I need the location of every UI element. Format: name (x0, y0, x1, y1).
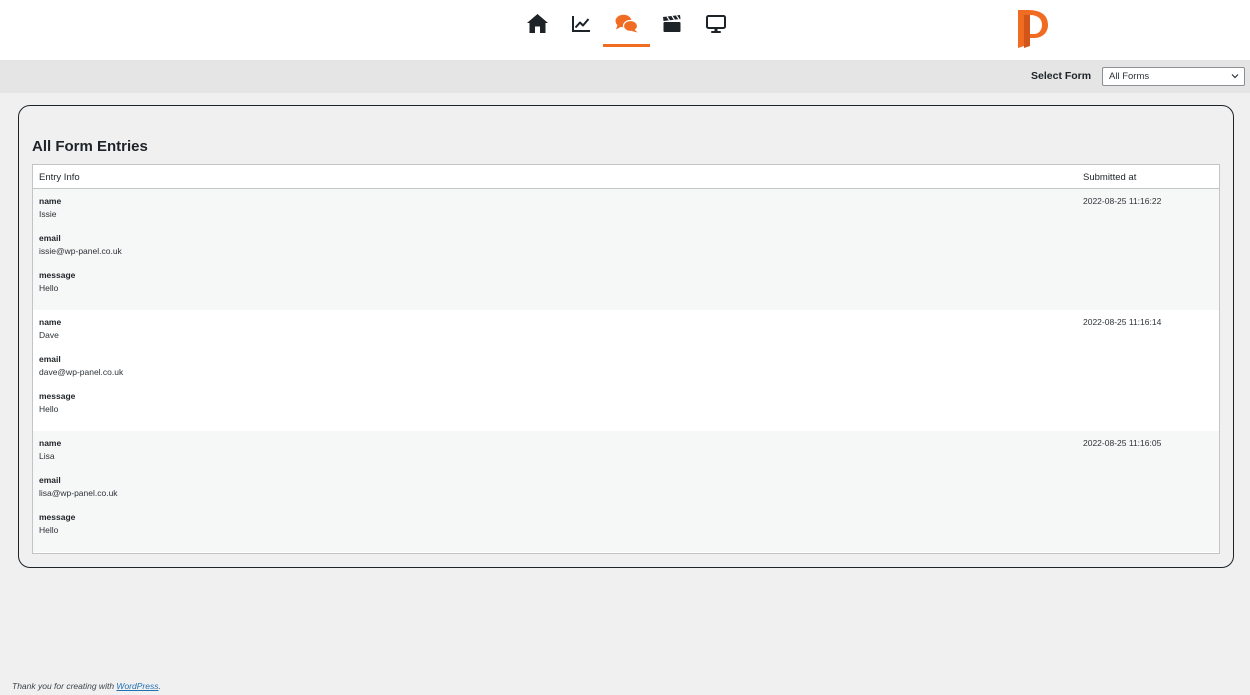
entry-field-message: message Hello (39, 391, 75, 414)
field-value: lisa@wp-panel.co.uk (39, 488, 118, 498)
field-key: name (39, 196, 62, 206)
nav-home[interactable] (515, 0, 559, 47)
nav-analytics[interactable] (559, 0, 603, 47)
table-row: name Dave email dave@wp-panel.co.uk mess… (33, 310, 1219, 431)
entry-field-name: name Dave (39, 317, 61, 340)
field-key: message (39, 512, 76, 522)
wordpress-link[interactable]: WordPress (116, 681, 158, 691)
field-value: issie@wp-panel.co.uk (39, 246, 122, 256)
field-key: email (39, 233, 61, 243)
admin-footer: Thank you for creating with WordPress. (12, 681, 161, 691)
form-select-bar: Select Form (0, 60, 1250, 93)
nav-media[interactable] (650, 0, 694, 47)
entries-card: All Form Entries Entry Info Submitted at… (18, 105, 1234, 568)
form-select-value: All Forms (1109, 71, 1150, 82)
entry-field-email: email lisa@wp-panel.co.uk (39, 475, 118, 498)
field-key: email (39, 354, 61, 364)
main-nav (515, 0, 738, 60)
submitted-at: 2022-08-25 11:16:22 (1083, 196, 1162, 206)
field-key: name (39, 438, 62, 448)
field-value: Lisa (39, 451, 55, 461)
nav-display[interactable] (694, 0, 738, 47)
entry-field-email: email dave@wp-panel.co.uk (39, 354, 123, 377)
entry-field-name: name Lisa (39, 438, 61, 461)
table-row: name Issie email issie@wp-panel.co.uk me… (33, 189, 1219, 310)
top-navigation-bar (0, 0, 1250, 60)
footer-text: Thank you for creating with (12, 681, 117, 691)
field-value: Hello (39, 283, 59, 293)
nav-form-entries[interactable] (603, 0, 650, 47)
table-row: name Lisa email lisa@wp-panel.co.uk mess… (33, 431, 1219, 552)
chevron-down-icon (1231, 74, 1239, 79)
field-value: dave@wp-panel.co.uk (39, 367, 124, 377)
field-value: Dave (39, 330, 59, 340)
submitted-at: 2022-08-25 11:16:05 (1083, 438, 1162, 448)
footer-suffix: . (158, 681, 161, 691)
chart-line-icon (572, 15, 590, 32)
entry-field-name: name Issie (39, 196, 61, 219)
entry-field-email: email issie@wp-panel.co.uk (39, 233, 122, 256)
desktop-icon (706, 14, 726, 33)
comments-icon (615, 14, 638, 33)
table-header: Entry Info Submitted at (33, 165, 1219, 189)
form-select-dropdown[interactable]: All Forms (1102, 67, 1245, 86)
submitted-at: 2022-08-25 11:16:14 (1083, 317, 1162, 327)
page-title: All Form Entries (32, 138, 148, 155)
select-form-label: Select Form (1031, 70, 1092, 82)
field-key: message (39, 391, 76, 401)
field-value: Hello (39, 404, 59, 414)
entry-field-message: message Hello (39, 270, 75, 293)
entry-field-message: message Hello (39, 512, 75, 535)
brand-logo (1018, 10, 1048, 48)
field-key: email (39, 475, 61, 485)
field-key: message (39, 270, 76, 280)
column-header-submitted-at: Submitted at (1083, 172, 1137, 183)
column-header-entry-info: Entry Info (39, 172, 80, 183)
field-value: Issie (39, 209, 57, 219)
clapperboard-icon (663, 15, 681, 32)
home-icon (526, 14, 548, 33)
entries-table: Entry Info Submitted at name Issie email… (32, 164, 1220, 554)
field-key: name (39, 317, 62, 327)
field-value: Hello (39, 525, 59, 535)
